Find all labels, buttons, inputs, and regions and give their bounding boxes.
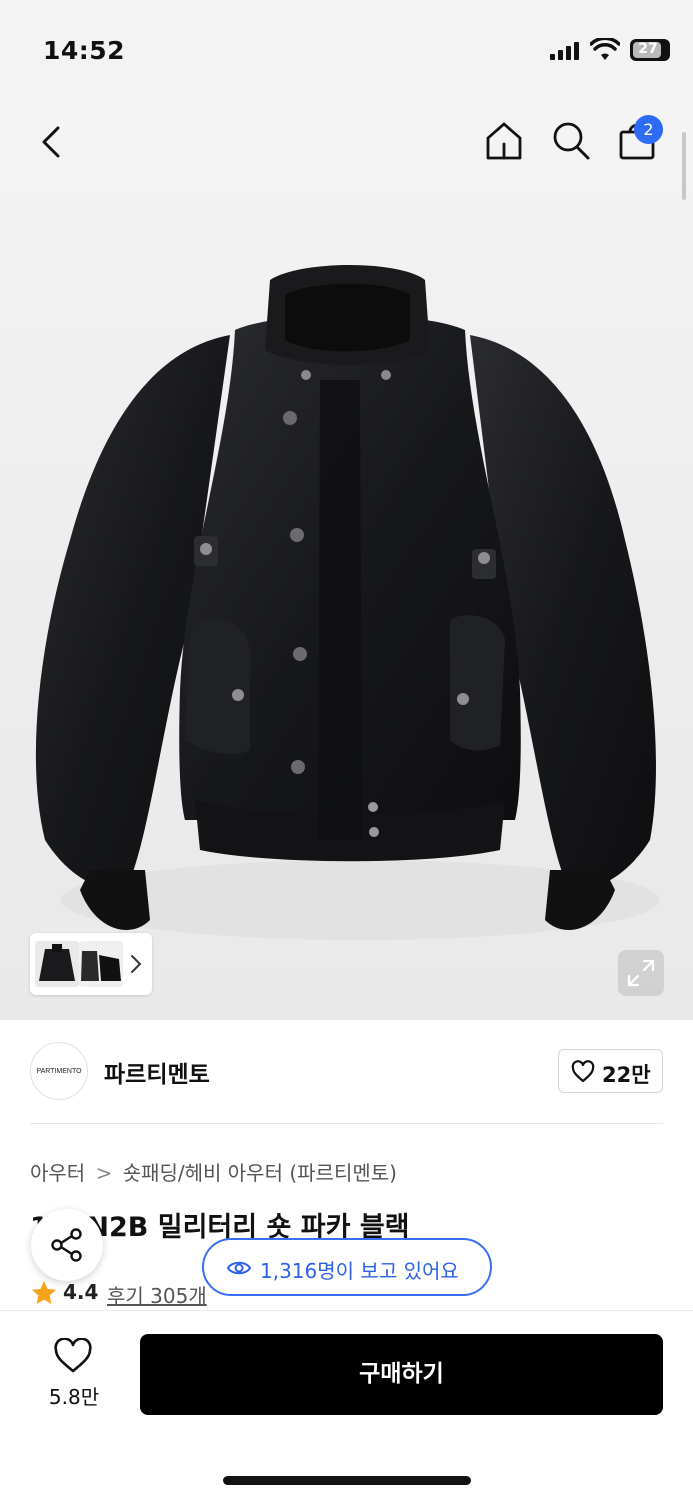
search-icon[interactable]: [551, 120, 591, 162]
heart-icon[interactable]: [53, 1338, 93, 1374]
back-icon[interactable]: [34, 122, 70, 162]
eye-icon: [226, 1261, 252, 1275]
breadcrumb: 아우터 > 숏패딩/헤비 아우터 (파르티멘토): [30, 1157, 397, 1186]
home-icon[interactable]: [484, 120, 524, 162]
image-thumbnail-strip[interactable]: [30, 933, 152, 995]
wishlist-count: 5.8만: [48, 1385, 100, 1409]
thumbnail-image[interactable]: [79, 941, 123, 987]
home-indicator[interactable]: [223, 1476, 471, 1485]
fullscreen-button[interactable]: [618, 950, 664, 996]
cart-count-badge: 2: [634, 115, 663, 144]
wifi-icon: [590, 38, 620, 60]
scrollbar[interactable]: [682, 132, 686, 200]
viewer-count-pill: 1,316명이 보고 있어요: [202, 1238, 492, 1296]
brand-like-button[interactable]: 22만: [558, 1049, 663, 1093]
rating-score: 4.4: [63, 1280, 99, 1304]
brand-name[interactable]: 파르티멘토: [104, 1055, 210, 1089]
viewer-count-text: 1,316명이 보고 있어요: [260, 1259, 459, 1283]
battery-level: 27: [638, 41, 658, 57]
share-icon: [51, 1228, 82, 1262]
chevron-right-icon[interactable]: [129, 953, 143, 975]
expand-icon: [627, 959, 655, 987]
divider: [30, 1123, 663, 1124]
thumbnail-image[interactable]: [35, 941, 79, 987]
breadcrumb-brand[interactable]: (파르티멘토): [289, 1161, 397, 1185]
heart-icon: [571, 1060, 595, 1083]
review-count-link[interactable]: 후기 305개: [107, 1280, 207, 1309]
signal-icon: [550, 42, 582, 60]
status-bar: 14:52 27: [0, 0, 693, 100]
chevron-right-icon: >: [95, 1161, 113, 1185]
buy-button[interactable]: 구매하기: [140, 1334, 663, 1415]
share-button[interactable]: [31, 1209, 103, 1281]
breadcrumb-subcategory[interactable]: 숏패딩/헤비 아우터: [123, 1161, 283, 1185]
battery-icon: 27: [630, 39, 670, 61]
breadcrumb-category[interactable]: 아우터: [30, 1161, 85, 1185]
star-icon: [32, 1281, 56, 1304]
status-time: 14:52: [43, 36, 126, 65]
product-image[interactable]: [0, 240, 693, 960]
brand-logo[interactable]: PARTIMENTO: [30, 1042, 88, 1100]
brand-like-count: 22만: [602, 1063, 651, 1087]
